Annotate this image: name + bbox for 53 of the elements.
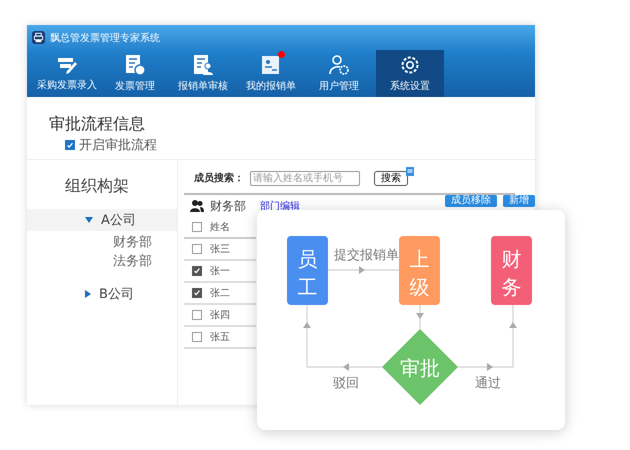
edge-label: 驳回 xyxy=(333,376,359,391)
settings-icon xyxy=(399,54,421,76)
table-cell-text: 张四 xyxy=(210,308,230,322)
nav-tab[interactable]: 报销单审核 xyxy=(169,50,237,97)
tree-item[interactable]: A公司 xyxy=(27,209,177,231)
edge-label: 提交报销单 xyxy=(334,248,399,263)
table-cell-text: 张五 xyxy=(210,330,230,344)
tree-item[interactable]: 财务部 xyxy=(27,233,177,252)
note-icon xyxy=(406,166,414,176)
flow-node: 员工 xyxy=(287,236,328,305)
department-name: 财务部 xyxy=(210,198,246,214)
checkbox[interactable] xyxy=(192,288,202,298)
nav-tab[interactable]: 采购发票录入 xyxy=(33,50,101,97)
flow-arrow xyxy=(416,305,424,329)
tree-item[interactable]: B公司 xyxy=(27,283,177,305)
nav-tab[interactable]: 我的报销单 xyxy=(237,50,305,97)
search-button[interactable]: 搜索 xyxy=(374,170,408,186)
decision-node: 审批 xyxy=(382,329,458,405)
document-coin-icon xyxy=(124,54,146,76)
flow-node: 上级 xyxy=(399,236,440,305)
checkbox[interactable] xyxy=(192,266,202,276)
flow-arrow xyxy=(458,305,517,371)
edit-link[interactable]: 部门编辑 xyxy=(260,199,300,213)
checkbox[interactable] xyxy=(192,222,202,232)
flow-arrow xyxy=(328,266,399,274)
pen-note-icon xyxy=(56,55,78,75)
window-title: 飘总管发票管理专家系统 xyxy=(50,32,160,44)
checkbox[interactable] xyxy=(192,332,202,342)
table-cell-text: 张二 xyxy=(210,286,230,300)
nav-tab[interactable]: 发票管理 xyxy=(101,50,169,97)
panel-title: 组织构架 xyxy=(64,175,130,197)
edge-label: 通过 xyxy=(475,376,501,391)
user-gear-icon xyxy=(328,54,350,76)
table-cell-text: 张三 xyxy=(210,242,230,256)
printer-icon xyxy=(32,31,45,44)
search-field[interactable]: 请输入姓名或手机号 xyxy=(250,170,360,186)
checkbox[interactable] xyxy=(192,310,202,320)
checkbox[interactable] xyxy=(192,244,202,254)
tree-item[interactable]: 法务部 xyxy=(27,252,177,271)
nav-tab[interactable]: 用户管理 xyxy=(305,50,373,97)
id-card-icon xyxy=(260,54,282,76)
flow-node: 财务 xyxy=(491,236,532,305)
action-button[interactable]: 成员移除 xyxy=(445,195,497,207)
checkbox[interactable] xyxy=(65,140,75,150)
search-label: 成员搜索： xyxy=(194,172,244,185)
checkbox-label: 开启审批流程 xyxy=(79,137,157,154)
table-cell-text: 张一 xyxy=(210,264,230,278)
column-header: 姓名 xyxy=(210,221,230,234)
action-button[interactable]: 新增 xyxy=(503,195,535,207)
section-title: 审批流程信息 xyxy=(49,115,146,133)
nav-tab[interactable]: 系统设置 xyxy=(376,50,444,97)
users-icon xyxy=(190,200,204,212)
document-person-icon xyxy=(192,54,214,76)
